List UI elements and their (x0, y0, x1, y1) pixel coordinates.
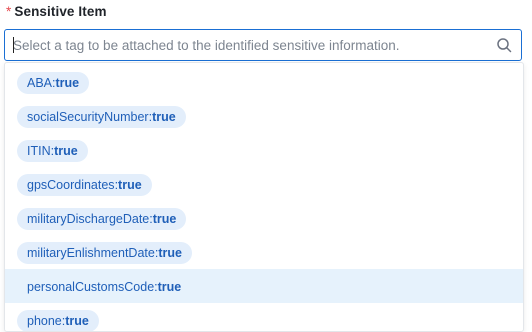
option-item[interactable]: socialSecurityNumber:true (5, 99, 523, 133)
tag-chip[interactable]: personalCustomsCode:true (17, 276, 191, 298)
search-icon[interactable] (496, 37, 512, 53)
tag-options-dropdown[interactable]: ABA:true socialSecurityNumber:true ITIN:… (4, 62, 524, 332)
tag-chip[interactable]: militaryDischargeDate:true (17, 208, 187, 230)
field-label-text: Sensitive Item (14, 4, 107, 19)
text-cursor (13, 37, 14, 53)
tag-search-box[interactable] (4, 29, 522, 61)
option-item[interactable]: ABA:true (5, 65, 523, 99)
tag-chip[interactable]: ITIN:true (17, 140, 88, 162)
option-item[interactable]: militaryDischargeDate:true (5, 201, 523, 235)
option-item[interactable]: militaryEnlishmentDate:true (5, 235, 523, 269)
tag-chip[interactable]: phone:true (17, 310, 99, 331)
required-indicator: * (6, 4, 12, 19)
option-item[interactable]: gpsCoordinates:true (5, 167, 523, 201)
tag-chip[interactable]: ABA:true (17, 72, 90, 94)
tag-chip[interactable]: socialSecurityNumber:true (17, 106, 186, 128)
field-label: * Sensitive Item (6, 4, 107, 19)
tag-chip[interactable]: gpsCoordinates:true (17, 174, 152, 196)
tag-search-input[interactable] (13, 30, 483, 60)
option-item-highlighted[interactable]: personalCustomsCode:true (5, 269, 523, 303)
tag-chip[interactable]: militaryEnlishmentDate:true (17, 242, 192, 264)
option-item[interactable]: phone:true (5, 303, 523, 331)
option-item[interactable]: ITIN:true (5, 133, 523, 167)
